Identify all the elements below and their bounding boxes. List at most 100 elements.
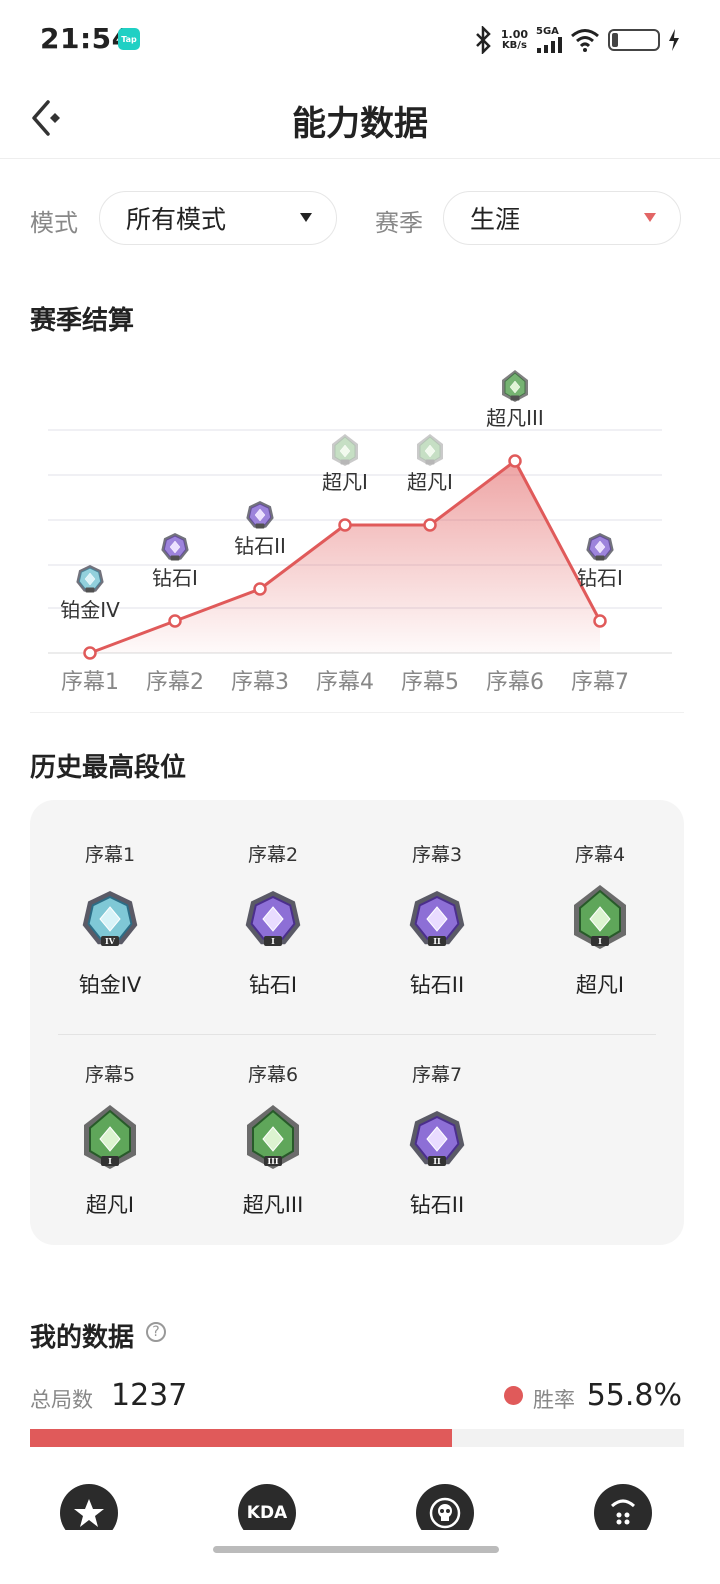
- history-rank-cell[interactable]: 序幕3 II 钻石II: [357, 840, 517, 999]
- season-value: 生涯: [470, 205, 521, 234]
- my-data-title: 我的数据: [30, 1323, 135, 1353]
- data-label: 钻石I: [152, 566, 198, 590]
- data-point[interactable]: [168, 614, 182, 628]
- history-rank-cell[interactable]: 序幕2 I 钻石I: [193, 840, 353, 999]
- ascendant-rank-emblem-icon: [417, 434, 443, 466]
- rank-emblem: I: [84, 1105, 136, 1169]
- total-games-value: 1237: [111, 1378, 188, 1413]
- mode-dropdown[interactable]: 所有模式: [99, 191, 337, 245]
- rank-emblem: III: [247, 1105, 299, 1169]
- mode-value: 所有模式: [126, 205, 227, 234]
- season-label: 赛季: [375, 209, 423, 237]
- history-rank-label: 超凡III: [242, 1193, 304, 1217]
- history-title: 历史最高段位: [30, 753, 187, 783]
- cellular-signal-icon: 5GA: [536, 27, 562, 53]
- rank-emblem: II: [409, 891, 465, 946]
- x-tick-label: 序幕7: [571, 670, 629, 695]
- rank-emblem: I: [245, 891, 301, 946]
- winrate-bar-fill: [30, 1429, 452, 1447]
- history-season-label: 序幕3: [411, 844, 463, 866]
- diamond-rank-emblem-icon: II: [409, 1111, 465, 1166]
- data-point[interactable]: [593, 614, 607, 628]
- season-dropdown[interactable]: 生涯: [443, 191, 681, 245]
- data-label: 铂金IV: [60, 598, 120, 622]
- help-icon[interactable]: ?: [146, 1322, 166, 1342]
- header-divider: [0, 158, 720, 159]
- diamond-rank-emblem-icon: II: [409, 891, 465, 946]
- data-point[interactable]: [253, 582, 267, 596]
- charging-icon: [669, 29, 679, 51]
- history-season-label: 序幕7: [411, 1064, 463, 1086]
- data-point[interactable]: [83, 646, 97, 660]
- history-rank-panel: 序幕1 IV 铂金IV 序幕2 I 钻石I 序幕3 II 钻石II 序幕4 I 超凡I 序幕5 I 超凡I 序…: [30, 800, 684, 1245]
- history-rank-cell[interactable]: 序幕4 I 超凡I: [520, 840, 680, 999]
- ascendant-rank-emblem-icon: I: [84, 1105, 136, 1169]
- chart-divider: [30, 712, 684, 713]
- page-title: 能力数据: [292, 104, 428, 144]
- diamond-rank-emblem-icon: I: [245, 891, 301, 946]
- history-rank-cell[interactable]: 序幕6 III 超凡III: [193, 1060, 353, 1219]
- history-rank-label: 铂金IV: [78, 973, 142, 997]
- net-speed: 1.00 KB/s: [500, 28, 528, 51]
- data-point[interactable]: [338, 518, 352, 532]
- history-rank-label: 钻石II: [409, 1193, 465, 1217]
- svg-text:III: III: [267, 1156, 278, 1166]
- svg-text:I: I: [108, 1156, 112, 1166]
- grid-divider: [58, 1034, 656, 1035]
- diamond-rank-emblem-icon: [586, 533, 614, 561]
- history-rank-cell[interactable]: 序幕7 II 钻石II: [357, 1060, 517, 1219]
- status-icons: 1.00 KB/s 5GA: [473, 24, 680, 56]
- svg-text:I: I: [271, 936, 275, 946]
- data-label: 超凡I: [407, 470, 453, 494]
- x-tick-label: 序幕4: [316, 670, 374, 695]
- data-label: 超凡I: [322, 470, 368, 494]
- rank-emblem: IV: [82, 891, 138, 946]
- history-rank-label: 钻石II: [409, 973, 465, 997]
- history-season-label: 序幕4: [574, 844, 626, 866]
- bluetooth-icon: [475, 26, 491, 54]
- wifi-icon: [571, 29, 599, 52]
- x-tick-label: 序幕1: [61, 670, 119, 695]
- home-indicator[interactable]: [213, 1546, 499, 1553]
- history-rank-label: 超凡I: [575, 973, 625, 997]
- svg-text:II: II: [433, 936, 441, 946]
- svg-text:IV: IV: [105, 936, 116, 946]
- x-tick-label: 序幕2: [146, 670, 204, 695]
- svg-text:II: II: [433, 1156, 441, 1166]
- diamond-rank-emblem-icon: [161, 533, 189, 561]
- history-season-label: 序幕1: [84, 844, 136, 866]
- history-rank-label: 钻石I: [248, 973, 298, 997]
- winrate-label: 胜率: [533, 1388, 575, 1412]
- nav-mask: [0, 1530, 720, 1584]
- x-tick-label: 序幕6: [486, 670, 544, 695]
- mode-label: 模式: [30, 209, 78, 237]
- season-rank-chart: 铂金IV 序幕1 钻石I 序幕2 钻石II 序幕3 超凡I 序幕4 超凡I 序幕5 超凡III 序幕6…: [48, 370, 672, 695]
- history-season-label: 序幕5: [84, 1064, 136, 1086]
- taptap-app-icon: Tap: [118, 28, 140, 50]
- data-label: 超凡III: [486, 406, 544, 430]
- data-label: 钻石I: [577, 566, 623, 590]
- x-tick-label: 序幕3: [231, 670, 289, 695]
- x-tick-label: 序幕5: [401, 670, 459, 695]
- ascendant-rank-emblem-icon: I: [574, 885, 626, 949]
- history-rank-cell[interactable]: 序幕5 I 超凡I: [30, 1060, 190, 1219]
- ascendant-rank-emblem-icon: III: [247, 1105, 299, 1169]
- rank-emblem: I: [574, 885, 626, 949]
- ascendant-rank-emblem-icon: [502, 370, 528, 402]
- caret-down-icon: [300, 213, 312, 222]
- winrate-value: 55.8%: [586, 1378, 682, 1413]
- history-season-label: 序幕6: [247, 1064, 299, 1086]
- data-point[interactable]: [423, 518, 437, 532]
- battery-icon: [608, 29, 660, 51]
- ascendant-rank-emblem-icon: [332, 434, 358, 466]
- platinum-rank-emblem-icon: IV: [82, 891, 138, 946]
- platinum-rank-emblem-icon: [76, 565, 104, 593]
- history-rank-label: 超凡I: [85, 1193, 135, 1217]
- total-games-label: 总局数: [30, 1388, 93, 1412]
- diamond-rank-emblem-icon: [246, 501, 274, 529]
- history-rank-cell[interactable]: 序幕1 IV 铂金IV: [30, 840, 190, 999]
- caret-down-icon: [644, 213, 656, 222]
- svg-text:I: I: [598, 936, 602, 946]
- data-label: 钻石II: [234, 534, 286, 558]
- data-point[interactable]: [508, 454, 522, 468]
